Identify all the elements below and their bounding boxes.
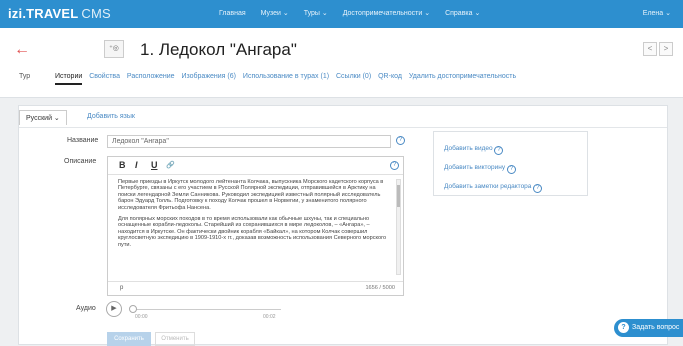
tab-qr-code[interactable]: QR-код [378,73,402,80]
story-panel: Русский ⌄ Добавить язык Название Ледокол… [18,105,668,346]
tab-delete[interactable]: Удалить достопримечательность [409,73,516,80]
add-quiz-link[interactable]: Добавить викторину ? [444,164,516,174]
next-button[interactable]: > [659,42,673,56]
name-label: Название [67,137,99,144]
question-icon: ? [618,321,629,333]
audio-track[interactable] [131,309,281,310]
play-icon[interactable]: ▶ [106,301,122,317]
top-bar: izi.TRAVEL CMS Главная Музеи ⌄ Туры ⌄ Дос… [0,0,683,28]
tab-usage-in-tours[interactable]: Использование в турах (1) [243,73,329,80]
cancel-button[interactable]: Отменить [155,332,195,346]
language-bar: Русский ⌄ Добавить язык [19,106,667,128]
pager: < > [643,42,673,56]
nav-help[interactable]: Справка ⌄ [445,10,480,17]
tab-links[interactable]: Ссылки (0) [336,73,371,80]
language-tab-russian[interactable]: Русский ⌄ [19,110,67,125]
help-icon[interactable]: ? [494,146,504,155]
camera-icon[interactable]: ⁺◎ [104,40,124,58]
logo-text: izi.TRAVEL [8,6,79,21]
name-input[interactable]: Ледокол "Ангара" [107,135,391,148]
description-editor: B I U 🔗 ? Первые приезды в Иркутск молод… [107,156,404,296]
page-header: ← ⁺◎ 1. Ледокол "Ангара" < > Тур Истории… [0,28,683,98]
back-arrow-icon[interactable]: ← [14,42,30,58]
tab-bar: Истории Свойства Расположение Изображени… [55,73,521,85]
help-icon[interactable]: ? [506,165,516,174]
tab-properties[interactable]: Свойства [89,73,120,80]
add-video-link[interactable]: Добавить видео ? [444,145,504,155]
tab-images[interactable]: Изображения (6) [181,73,236,80]
description-paragraph: Для полярных морских походов в то время … [118,216,387,248]
audio-label: Аудио [76,305,96,312]
description-help-icon[interactable]: ? [390,161,399,170]
name-help-icon[interactable]: ? [396,136,405,145]
underline-button[interactable]: U [151,160,158,170]
bold-button[interactable]: B [119,160,126,170]
editor-status-bar: p 1656 / 5000 [108,281,403,295]
char-count: 1656 / 5000 [365,285,395,291]
description-label: Описание [64,158,97,165]
italic-button[interactable]: I [135,160,138,170]
type-label: Тур [19,73,31,80]
nav-tours[interactable]: Туры ⌄ [304,10,328,17]
nav-sights[interactable]: Достопримечательности ⌄ [343,10,430,17]
description-textarea[interactable]: Первые приезды в Иркутск молодого лейтен… [118,179,394,275]
editor-toolbar: B I U 🔗 ? [108,157,403,175]
ask-question-button[interactable]: ? Задать вопрос [614,319,683,337]
link-icon[interactable]: 🔗 [166,161,175,169]
page-title: 1. Ледокол "Ангара" [140,40,297,59]
audio-time-start: 00:00 [135,314,148,320]
add-video-label: Добавить видео [444,145,493,152]
scrollbar-thumb[interactable] [397,185,400,207]
ask-question-label: Задать вопрос [632,324,680,331]
save-button[interactable]: Сохранить [107,332,151,346]
tab-stories[interactable]: Истории [55,73,83,85]
add-editor-notes-label: Добавить заметки редактора [444,183,532,190]
extras-box: Добавить видео ? Добавить викторину ? До… [433,131,588,196]
add-quiz-label: Добавить викторину [444,164,506,171]
element-path: p [120,285,124,291]
main-nav: Главная Музеи ⌄ Туры ⌄ Достопримечательн… [219,9,493,17]
add-language-link[interactable]: Добавить язык [87,113,135,120]
editor-scrollbar[interactable] [396,179,401,275]
user-menu[interactable]: Елена ⌄ [643,9,671,17]
description-paragraph: Первые приезды в Иркутск молодого лейтен… [118,179,384,211]
audio-time-end: 00:02 [263,314,276,320]
prev-button[interactable]: < [643,42,657,56]
logo-suffix: CMS [81,6,111,21]
nav-home[interactable]: Главная [219,10,246,17]
audio-scrubber[interactable] [129,305,137,313]
logo[interactable]: izi.TRAVEL CMS [8,6,111,21]
add-editor-notes-link[interactable]: Добавить заметки редактора ? [444,183,543,193]
help-icon[interactable]: ? [533,184,543,193]
nav-museums[interactable]: Музеи ⌄ [261,10,289,17]
tab-location[interactable]: Расположение [127,73,175,80]
